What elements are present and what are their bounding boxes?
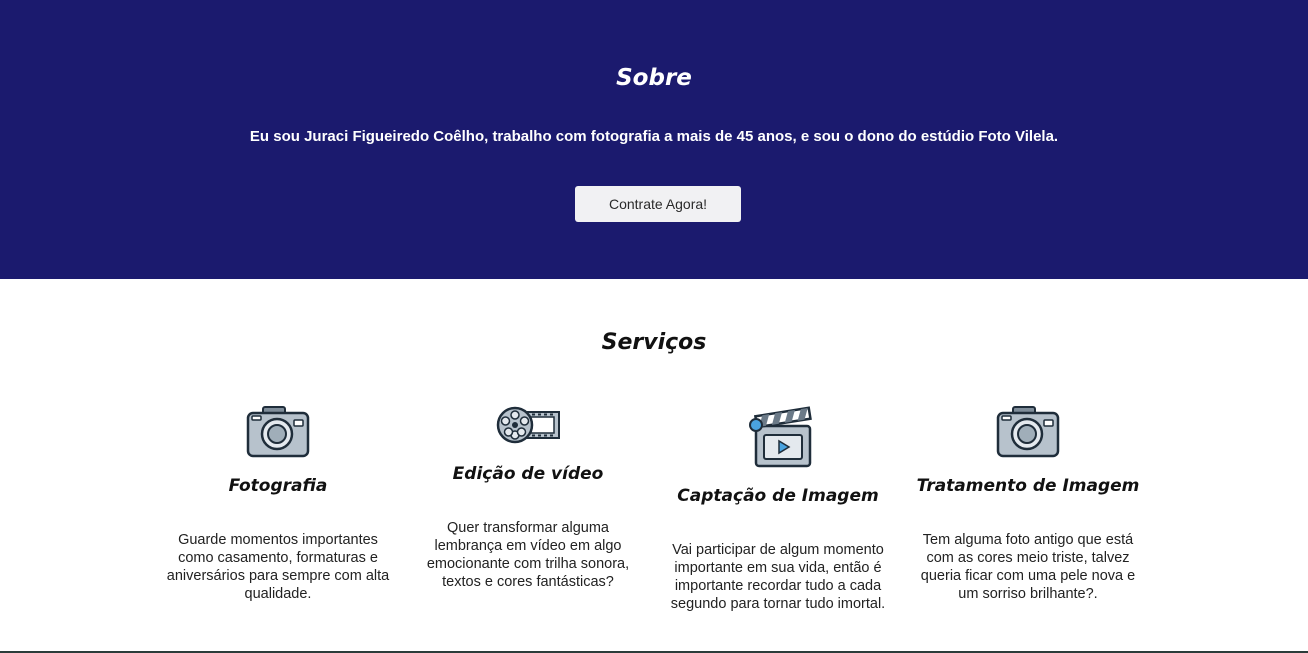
service-title: Tratamento de Imagem: [916, 476, 1140, 496]
camera-icon: [243, 400, 313, 470]
about-title: Sobre: [616, 65, 692, 91]
service-description: Vai participar de algum momento importan…: [670, 542, 886, 612]
service-title: Edição de vídeo: [452, 464, 604, 484]
about-section: Sobre Eu sou Juraci Figueiredo Coêlho, t…: [0, 0, 1308, 279]
hire-now-button[interactable]: Contrate Agora!: [575, 186, 741, 222]
service-description: Guarde momentos importantes como casamen…: [166, 532, 390, 602]
services-title: Serviços: [601, 330, 707, 355]
service-card-video-editing: Edição de vídeo Quer transformar alguma …: [408, 400, 648, 620]
camera-icon: [993, 400, 1063, 470]
film-reel-icon: [493, 390, 563, 460]
service-title: Fotografia: [228, 476, 328, 496]
service-card-photography: Fotografia Guarde momentos importantes c…: [158, 400, 398, 620]
service-description: Tem alguma foto antigo que está com as c…: [920, 532, 1136, 602]
about-text: Eu sou Juraci Figueiredo Coêlho, trabalh…: [249, 128, 1059, 145]
service-card-image-capture: Captação de Imagem Vai participar de alg…: [658, 400, 898, 640]
service-description: Quer transformar alguma lembrança em víd…: [426, 520, 630, 590]
clapperboard-icon: [743, 402, 813, 472]
service-title: Captação de Imagem: [677, 486, 879, 506]
service-card-image-retouching: Tratamento de Imagem Tem alguma foto ant…: [908, 400, 1148, 630]
